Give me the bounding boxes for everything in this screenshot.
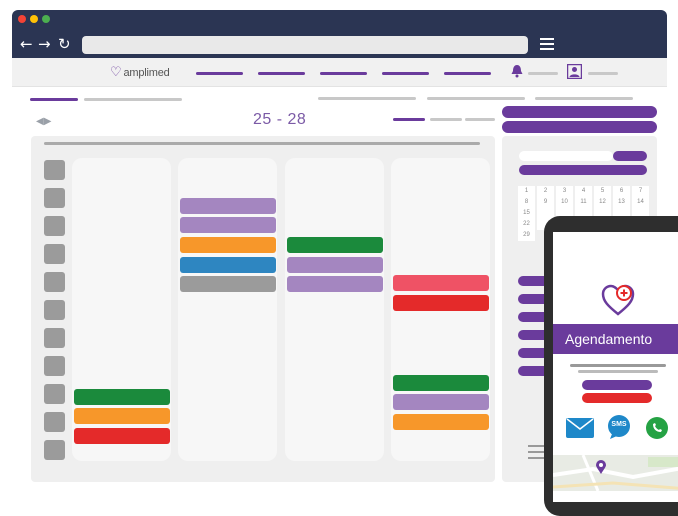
- nav-item-2[interactable]: [258, 72, 305, 75]
- mini-calendar-day[interactable]: 12: [594, 197, 611, 208]
- time-slot[interactable]: [44, 356, 65, 376]
- close-window-dot[interactable]: [18, 15, 26, 23]
- minimize-window-dot[interactable]: [30, 15, 38, 23]
- filter-select-3[interactable]: [535, 97, 633, 100]
- address-bar[interactable]: [82, 36, 528, 54]
- map-pin-icon: [596, 460, 606, 474]
- time-slot[interactable]: [44, 328, 65, 348]
- time-slot[interactable]: [44, 300, 65, 320]
- time-slot[interactable]: [44, 244, 65, 264]
- appointment-event[interactable]: [393, 275, 489, 291]
- nav-item-1[interactable]: [196, 72, 243, 75]
- view-tab-active[interactable]: [30, 98, 78, 101]
- appointment-event[interactable]: [393, 394, 489, 410]
- appointment-event[interactable]: [180, 217, 276, 233]
- phone-text-line: [578, 370, 658, 373]
- time-slot[interactable]: [44, 216, 65, 236]
- mini-calendar-day[interactable]: 9: [537, 197, 554, 208]
- appointment-event[interactable]: [74, 389, 170, 405]
- map-thumbnail[interactable]: [553, 455, 678, 491]
- heart-plus-icon: [600, 282, 636, 318]
- mini-calendar-day[interactable]: 8: [518, 197, 535, 208]
- time-slot[interactable]: [44, 412, 65, 432]
- toggle-option[interactable]: [430, 118, 462, 121]
- appointment-event[interactable]: [393, 375, 489, 391]
- toggle-active[interactable]: [393, 118, 425, 121]
- mini-calendar-day[interactable]: 11: [575, 197, 592, 208]
- mini-calendar-day[interactable]: 3: [556, 186, 573, 197]
- appointment-event[interactable]: [287, 237, 383, 253]
- mini-calendar-day[interactable]: 1: [518, 186, 535, 197]
- bell-icon[interactable]: [510, 64, 524, 78]
- time-slot[interactable]: [44, 440, 65, 460]
- filter-select-1[interactable]: [318, 97, 416, 100]
- appointment-event[interactable]: [74, 408, 170, 424]
- appointment-event[interactable]: [180, 257, 276, 273]
- sidebar-filter-bar[interactable]: [519, 165, 647, 175]
- mini-calendar-day[interactable]: 29: [518, 230, 535, 241]
- appointment-event[interactable]: [74, 428, 170, 444]
- sms-label: SMS: [611, 421, 627, 428]
- appointment-event[interactable]: [393, 295, 489, 311]
- mini-calendar-day[interactable]: 13: [613, 197, 630, 208]
- browser-titlebar: [12, 10, 667, 28]
- maximize-window-dot[interactable]: [42, 15, 50, 23]
- mini-calendar-day[interactable]: 10: [556, 197, 573, 208]
- time-slot[interactable]: [44, 160, 65, 180]
- mini-calendar-day[interactable]: 2: [537, 186, 554, 197]
- notifications-label: [528, 72, 558, 75]
- search-button[interactable]: [613, 151, 647, 161]
- whatsapp-icon[interactable]: [645, 416, 669, 440]
- user-avatar-icon[interactable]: [566, 63, 583, 80]
- arrow-right-icon[interactable]: →: [38, 34, 51, 54]
- app-logo[interactable]: ♡ amplimed: [110, 64, 170, 80]
- search-input[interactable]: [519, 151, 613, 161]
- logo-text: amplimed: [123, 67, 170, 79]
- nav-item-5[interactable]: [444, 72, 491, 75]
- confirm-button[interactable]: [582, 380, 652, 390]
- cancel-button[interactable]: [582, 393, 652, 403]
- time-slot[interactable]: [44, 188, 65, 208]
- time-slot[interactable]: [44, 384, 65, 404]
- hamburger-menu-icon[interactable]: [540, 38, 554, 52]
- mini-calendar-day[interactable]: 7: [632, 186, 649, 197]
- nav-item-3[interactable]: [320, 72, 367, 75]
- filter-select-2[interactable]: [427, 97, 525, 100]
- calendar-header-rule: [44, 142, 480, 145]
- phone-text-line: [570, 364, 666, 367]
- mini-calendar-day[interactable]: 15: [518, 208, 535, 219]
- appointment-event[interactable]: [180, 198, 276, 214]
- nav-item-4[interactable]: [382, 72, 429, 75]
- time-slot[interactable]: [44, 272, 65, 292]
- mini-calendar-day[interactable]: 22: [518, 219, 535, 230]
- appointment-event[interactable]: [180, 237, 276, 253]
- appointment-event[interactable]: [287, 257, 383, 273]
- heart-plus-icon: ♡: [110, 64, 122, 79]
- mini-calendar-day[interactable]: 14: [632, 197, 649, 208]
- toggle-option[interactable]: [465, 118, 495, 121]
- appointment-event[interactable]: [393, 414, 489, 430]
- appointment-event[interactable]: [180, 276, 276, 292]
- search-appointment-button[interactable]: [502, 121, 657, 133]
- day-column[interactable]: [285, 158, 384, 461]
- mail-icon[interactable]: [566, 418, 594, 438]
- reload-icon[interactable]: ↻: [58, 34, 71, 54]
- week-nav-arrows-icon[interactable]: ◀▶: [36, 116, 51, 127]
- schedule-banner: Agendamento: [553, 324, 678, 354]
- new-appointment-button[interactable]: [502, 106, 657, 118]
- mini-calendar-day[interactable]: 4: [575, 186, 592, 197]
- user-name-label: [588, 72, 618, 75]
- mini-calendar-day[interactable]: 6: [613, 186, 630, 197]
- arrow-left-icon[interactable]: ←: [20, 34, 33, 54]
- mini-calendar-day[interactable]: 5: [594, 186, 611, 197]
- week-range-label: 25 - 28: [253, 111, 307, 128]
- view-tab[interactable]: [84, 98, 182, 101]
- appointment-event[interactable]: [287, 276, 383, 292]
